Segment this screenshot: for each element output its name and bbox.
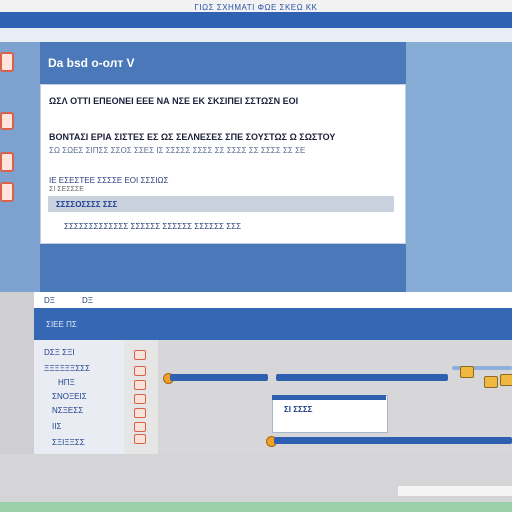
settings-icon[interactable] — [0, 152, 14, 172]
dialog-link[interactable]: ΣΣΣΣΣΣΣΣΣΣΣΣΣ ΣΣΣΣΣΣ ΣΣΣΣΣΣ ΣΣΣΣΣΣ ΣΣΣ — [64, 222, 241, 231]
row-icon[interactable] — [134, 366, 146, 376]
close-icon[interactable] — [0, 52, 14, 72]
right-panel — [406, 42, 512, 292]
row-icon[interactable] — [134, 422, 146, 432]
sidebar-item-6[interactable]: ΙΙΣ — [52, 422, 61, 431]
tab-bar — [34, 292, 512, 309]
sidebar-item-7[interactable]: ΣΞΙΞΞΣΣ — [52, 438, 85, 447]
row-icon[interactable] — [134, 380, 146, 390]
dialog-heading: ΩΣΛ ΟΤΤΙ ΕΠΕΟΝΕΙ ΕΕΕ ΝΑ ΝΣΕ ΕΚ ΣΚΣΙΠΕΙ Σ… — [49, 96, 299, 106]
status-field — [398, 486, 512, 496]
toolbar — [0, 28, 512, 42]
window-title: Dа bsd о-олт V — [48, 56, 135, 70]
preview-card[interactable] — [272, 395, 388, 433]
folder-icon[interactable] — [0, 112, 14, 130]
sidebar-item-2[interactable]: ΞΞΞΞΞΞΣΣΣ — [44, 364, 90, 373]
timeline-bar[interactable] — [170, 374, 268, 381]
timeline-bar[interactable] — [276, 374, 448, 381]
row-icon[interactable] — [134, 350, 146, 360]
tab-second[interactable]: DΞ — [82, 296, 93, 305]
sidebar-item-1[interactable]: DΣΞ ΣΞΙ — [44, 348, 75, 357]
dialog-panel — [40, 84, 406, 244]
app-title: ΓΙΩΣ ΣΧΗΜΑΤΙ ΦΩΕ ΣΚΕΩ ΚΚ — [194, 3, 318, 12]
taskbar — [0, 502, 512, 512]
sidebar-item-5[interactable]: ΝΣΞΕΣΣ — [52, 406, 83, 415]
sidebar-item-3[interactable]: ΗΠΞ — [58, 378, 75, 387]
dialog-option-hint: ΣΙ ΣΕΣΣΣΕ — [49, 186, 84, 193]
warning-icon[interactable] — [0, 182, 14, 202]
dialog-subheading: ΒΟΝΤΑΣΙ ΕΡΙΑ ΣΙΣΤΕΣ ΕΣ ΩΣ ΣΕΛΝΕΣΕΣ ΣΠΕ Σ… — [49, 132, 336, 142]
row-icon[interactable] — [134, 434, 146, 444]
section-header-label: ΣΙΕΕ ΠΣ — [46, 320, 77, 329]
folder-icon[interactable] — [484, 376, 498, 388]
row-icon[interactable] — [134, 408, 146, 418]
dialog-input-value: ΣΣΣΣΟΣΣΣΣ ΣΣΣ — [56, 200, 118, 209]
section-header — [34, 308, 512, 340]
row-icon[interactable] — [134, 394, 146, 404]
folder-icon[interactable] — [500, 374, 512, 386]
timeline-bar[interactable] — [274, 437, 512, 444]
dialog-description: ΣΩ ΣΩΕΣ ΣΙΠΣΣ ΣΣΟΣ ΣΣΕΣ ΙΣ ΣΣΣΣΣ ΣΣΣΣ ΣΣ… — [49, 146, 306, 155]
preview-card-label: ΣΙ ΣΣΣΣ — [284, 405, 313, 414]
folder-icon[interactable] — [460, 366, 474, 378]
status-area — [0, 454, 512, 504]
tab-first[interactable]: DΞ — [44, 296, 55, 305]
sidebar-item-4[interactable]: ΣΝΟΞΕΙΣ — [52, 392, 87, 401]
preview-card-header — [272, 395, 386, 400]
menu-bar[interactable] — [0, 12, 512, 28]
dialog-option-label: ΙΕ ΕΣΕΣΤΕΕ ΣΣΣΣΕ ΕΟΙ ΣΣΣΙΩΣ — [49, 176, 169, 185]
